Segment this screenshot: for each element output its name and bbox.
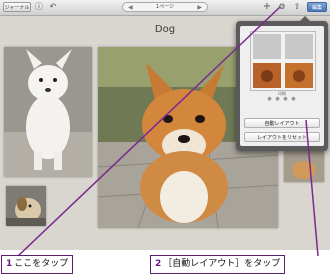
small-dog-image: [6, 186, 46, 226]
popover-content: 印刷 ● ● ● ● 自動レイアウト レイアウトをリセット: [240, 26, 324, 146]
photo-white-puppy[interactable]: [4, 47, 92, 177]
back-arrow-icon[interactable]: ◀: [128, 3, 133, 12]
callout-step-1: 1 ここをタップ: [1, 255, 74, 274]
page-dots: ● ● ● ●: [267, 96, 297, 102]
gear-icon[interactable]: ⚙: [277, 2, 287, 12]
callout-step-2-number: 2: [155, 259, 162, 269]
page-indicator[interactable]: ◀ 1ページ ▶: [122, 2, 208, 12]
callout-step-2-text: ［自動レイアウト］をタップ: [163, 259, 281, 269]
layout-preview[interactable]: [250, 31, 316, 91]
done-button[interactable]: 編集: [307, 2, 327, 12]
right-thumb-image: [284, 150, 324, 182]
top-toolbar: ジャーナル ⓘ ↶ ◀ 1ページ ▶ + ⚙ ⇪ 編集: [0, 0, 330, 16]
reset-layout-button[interactable]: レイアウトをリセット: [244, 132, 320, 142]
share-icon[interactable]: ⇪: [292, 2, 302, 12]
undo-icon[interactable]: ↶: [48, 2, 58, 12]
callout-step-1-text: ここをタップ: [14, 259, 69, 269]
page-indicator-label: 1ページ: [155, 4, 175, 10]
ipad-screen: ジャーナル ⓘ ↶ ◀ 1ページ ▶ + ⚙ ⇪ 編集 Dog 印刷 ● ● ●…: [0, 0, 330, 250]
forward-arrow-icon[interactable]: ▶: [197, 3, 202, 12]
white-puppy-image: [4, 47, 92, 177]
callout-step-1-number: 1: [6, 259, 13, 269]
popover-arrow: [300, 16, 310, 21]
callout-step-2: 2 ［自動レイアウト］をタップ: [150, 255, 286, 274]
add-icon[interactable]: +: [262, 2, 272, 12]
photo-right-thumb[interactable]: [284, 150, 324, 182]
info-icon[interactable]: ⓘ: [34, 2, 44, 12]
auto-layout-button[interactable]: 自動レイアウト: [244, 118, 320, 128]
photo-small-dog[interactable]: [6, 186, 46, 226]
layout-popover: 印刷 ● ● ● ● 自動レイアウト レイアウトをリセット: [236, 16, 328, 151]
layout-preview-image: [251, 32, 315, 90]
journal-button[interactable]: ジャーナル: [3, 2, 31, 12]
